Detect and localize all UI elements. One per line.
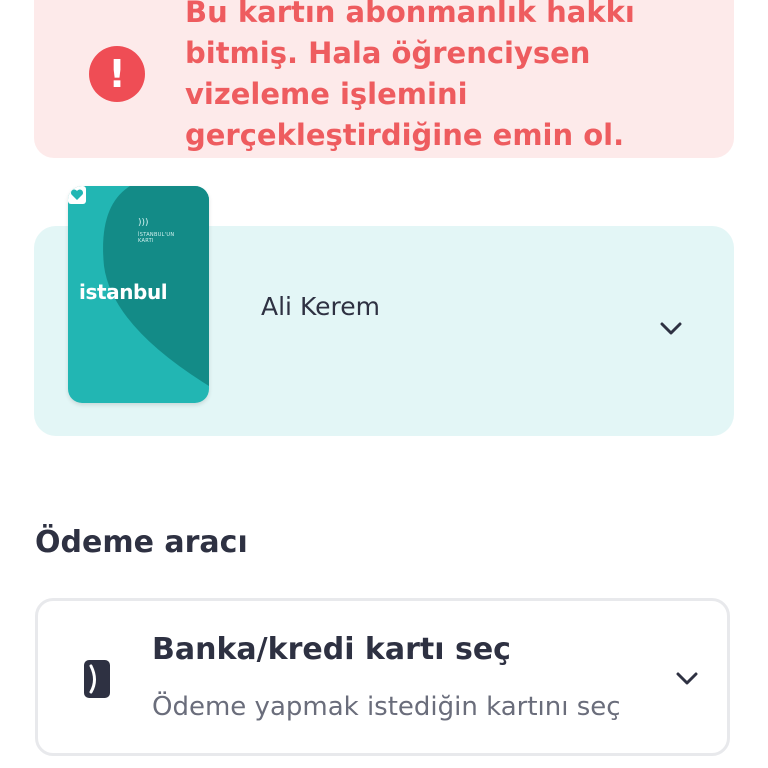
card-logo-text: istanbul: [79, 280, 168, 304]
chevron-down-icon[interactable]: [676, 672, 698, 686]
exclamation-icon: !: [89, 46, 145, 102]
chevron-down-icon[interactable]: [660, 322, 682, 336]
payment-method-subtitle: Ödeme yapmak istediğin kartını seç: [152, 692, 621, 722]
card-holder-name: Ali Kerem: [261, 292, 380, 321]
card-icon: [84, 660, 110, 698]
payment-method-selector[interactable]: [35, 598, 730, 756]
payment-section-title: Ödeme aracı: [35, 525, 248, 560]
card-tagline: İSTANBUL'UN KARTI: [138, 232, 175, 244]
payment-method-title: Banka/kredi kartı seç: [152, 632, 511, 667]
heart-icon: [68, 186, 86, 204]
alert-message: Bu kartın abonmanlık hakkı bitmiş. Hala …: [185, 0, 635, 152]
istanbulkart-image: ))) İSTANBUL'UN KARTI istanbul: [68, 186, 209, 403]
contactless-icon: ))): [138, 218, 149, 228]
